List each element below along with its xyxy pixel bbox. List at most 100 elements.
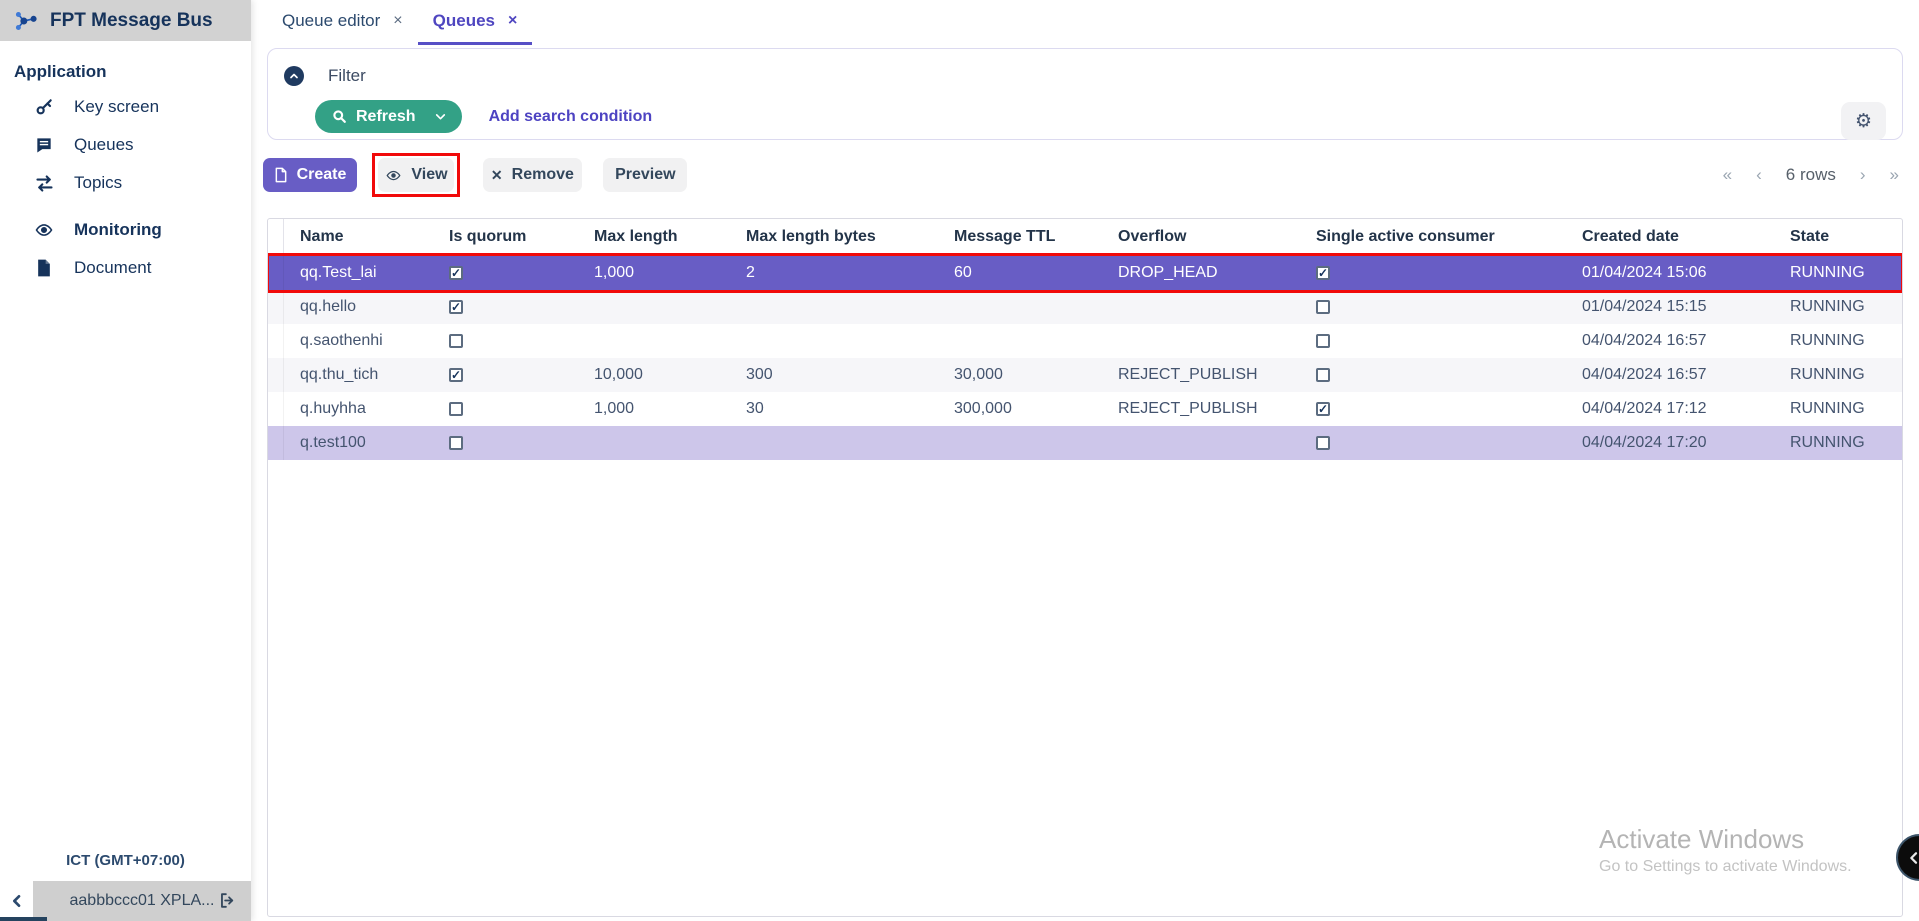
sidebar-item-label: Document — [74, 258, 151, 278]
row-count-label: 6 rows — [1786, 165, 1836, 185]
filter-collapse-button[interactable] — [284, 66, 304, 86]
table-row[interactable]: q.saothenhi04/04/2024 16:57RUNNING — [268, 324, 1902, 358]
cell-message-ttl: 30,000 — [938, 366, 1102, 384]
row-selection-cell — [268, 358, 284, 392]
cell-created-date: 04/04/2024 16:57 — [1566, 366, 1774, 384]
cell-created-date: 04/04/2024 17:12 — [1566, 400, 1774, 418]
sidebar-item-label: Queues — [74, 135, 134, 155]
logout-icon[interactable] — [218, 891, 238, 911]
create-button[interactable]: Create — [263, 158, 357, 192]
document-icon — [33, 257, 55, 279]
checkbox[interactable]: ✓ — [449, 266, 463, 280]
cell-overflow: REJECT_PUBLISH — [1102, 400, 1300, 418]
cell-state: RUNNING — [1774, 434, 1903, 452]
checkbox[interactable] — [1316, 334, 1330, 348]
remove-button[interactable]: ✕ Remove — [483, 158, 582, 192]
watermark-title: Activate Windows — [1599, 824, 1852, 855]
refresh-label: Refresh — [356, 108, 416, 126]
column-header-is-quorum[interactable]: Is quorum — [433, 228, 578, 246]
account-label: aabbbccc01 XPLA... — [70, 892, 215, 910]
checkbox[interactable]: ✓ — [449, 300, 463, 314]
last-page-button[interactable]: » — [1890, 165, 1899, 185]
checkbox[interactable]: ✓ — [449, 368, 463, 382]
create-label: Create — [297, 166, 347, 184]
chevron-left-icon — [1906, 850, 1919, 866]
cell-name: q.huyhha — [284, 400, 433, 418]
sidebar-collapse-button[interactable] — [0, 881, 33, 921]
row-selection-cell — [268, 290, 284, 324]
sidebar-item-monitoring[interactable]: Monitoring — [0, 211, 251, 249]
file-icon — [274, 167, 288, 183]
tab-bar: Queue editor× Queues × — [251, 0, 1919, 45]
chevron-down-icon[interactable] — [434, 110, 447, 123]
column-header-state[interactable]: State — [1774, 228, 1903, 246]
cell-created-date: 01/04/2024 15:06 — [1566, 264, 1774, 282]
eye-icon — [385, 168, 402, 183]
table-settings-button[interactable]: ⚙ — [1841, 102, 1886, 140]
cell-max-length: 10,000 — [578, 366, 730, 384]
checkbox[interactable] — [1316, 368, 1330, 382]
sidebar-item-topics[interactable]: Topics — [0, 164, 251, 202]
timezone-label: ICT (GMT+07:00) — [0, 852, 251, 869]
checkbox[interactable] — [1316, 436, 1330, 450]
sidebar-item-label: Topics — [74, 173, 122, 193]
preview-button[interactable]: Preview — [603, 158, 687, 192]
view-label: View — [411, 166, 447, 184]
column-header-message-ttl[interactable]: Message TTL — [938, 228, 1102, 246]
cell-is-quorum: ✓ — [433, 266, 578, 280]
close-icon[interactable]: × — [508, 12, 517, 30]
cell-single-active-consumer — [1300, 368, 1566, 382]
cell-max-length: 1,000 — [578, 264, 730, 282]
gear-icon: ⚙ — [1855, 110, 1872, 132]
sidebar-item-queues[interactable]: Queues — [0, 126, 251, 164]
previous-page-button[interactable]: ‹ — [1756, 165, 1762, 185]
table-row[interactable]: q.huyhha1,00030300,000REJECT_PUBLISH✓04/… — [268, 392, 1902, 426]
checkbox[interactable] — [1316, 300, 1330, 314]
activate-windows-watermark: Activate Windows Go to Settings to activ… — [1599, 824, 1852, 876]
next-page-button[interactable]: › — [1860, 165, 1866, 185]
tab-label: Queues — [433, 11, 495, 31]
cell-state: RUNNING — [1774, 298, 1903, 316]
column-header-max-length-bytes[interactable]: Max length bytes — [730, 228, 938, 246]
sidebar-header: FPT Message Bus — [0, 0, 251, 41]
cell-name: qq.hello — [284, 298, 433, 316]
column-header-single-active-consumer[interactable]: Single active consumer — [1300, 228, 1566, 246]
preview-label: Preview — [615, 166, 675, 184]
column-header-created-date[interactable]: Created date — [1566, 228, 1774, 246]
checkbox[interactable] — [449, 334, 463, 348]
app-logo-icon — [13, 8, 39, 34]
cell-overflow: REJECT_PUBLISH — [1102, 366, 1300, 384]
tab-queues[interactable]: Queues × — [418, 0, 533, 45]
checkbox[interactable]: ✓ — [1316, 266, 1330, 280]
sidebar-item-document[interactable]: Document — [0, 249, 251, 287]
refresh-button[interactable]: Refresh — [315, 100, 462, 133]
cell-max-length-bytes: 2 — [730, 264, 938, 282]
checkbox[interactable] — [449, 436, 463, 450]
cell-state: RUNNING — [1774, 366, 1903, 384]
table-row[interactable]: q.test10004/04/2024 17:20RUNNING — [268, 426, 1902, 460]
column-header-max-length[interactable]: Max length — [578, 228, 730, 246]
app-title: FPT Message Bus — [50, 10, 213, 32]
cell-state: RUNNING — [1774, 264, 1903, 282]
view-button[interactable]: View — [378, 158, 454, 192]
column-header-overflow[interactable]: Overflow — [1102, 228, 1300, 246]
table-row[interactable]: qq.Test_lai✓1,000260DROP_HEAD✓01/04/2024… — [268, 256, 1902, 290]
first-page-button[interactable]: « — [1723, 165, 1732, 185]
column-header-name[interactable]: Name — [284, 228, 433, 246]
filter-title: Filter — [328, 66, 366, 86]
checkbox[interactable]: ✓ — [1316, 402, 1330, 416]
close-icon[interactable]: × — [393, 12, 402, 30]
main-content: Queue editor× Queues × Filter Refresh Add … — [251, 0, 1919, 921]
cell-state: RUNNING — [1774, 332, 1903, 350]
account-button[interactable]: aabbbccc01 XPLA... — [33, 881, 251, 921]
tab-queue-editor[interactable]: Queue editor× — [267, 0, 418, 45]
row-selection-cell — [268, 426, 284, 460]
cell-max-length-bytes: 30 — [730, 400, 938, 418]
table-row[interactable]: qq.thu_tich✓10,00030030,000REJECT_PUBLIS… — [268, 358, 1902, 392]
checkbox[interactable] — [449, 402, 463, 416]
add-search-condition-link[interactable]: Add search condition — [489, 108, 653, 126]
sidebar-nav: Key screen Queues Topics Monitoring Document — [0, 88, 251, 287]
sidebar-item-key-screen[interactable]: Key screen — [0, 88, 251, 126]
table-row[interactable]: qq.hello✓01/04/2024 15:15RUNNING — [268, 290, 1902, 324]
cell-single-active-consumer — [1300, 300, 1566, 314]
